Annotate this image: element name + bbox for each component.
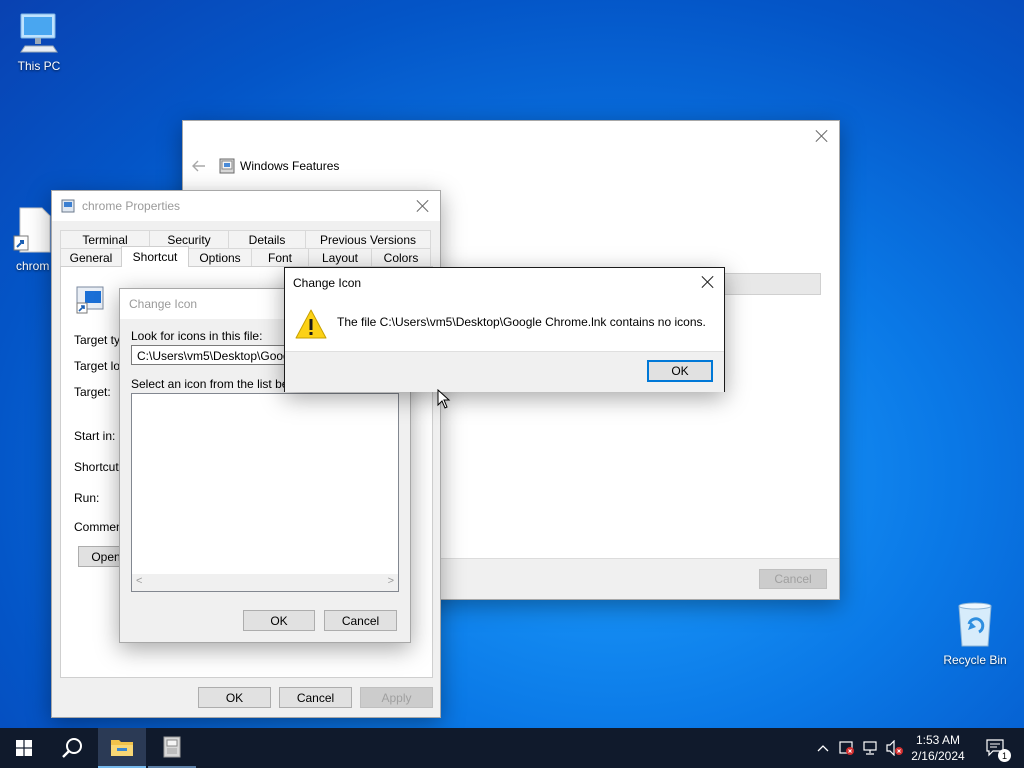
desktop-icon-chrome-shortcut[interactable]: chrom [0,206,58,273]
tab-details[interactable]: Details [228,230,306,248]
mouse-cursor-icon [437,388,451,409]
properties-apply-button[interactable]: Apply [360,687,433,708]
select-icon-label: Select an icon from the list below [131,377,307,391]
search-button[interactable] [48,728,96,768]
scroll-left-icon[interactable]: < [136,575,142,587]
tab-font[interactable]: Font [251,248,309,266]
clock-date: 2/16/2024 [911,749,965,763]
properties-ok-button[interactable]: OK [198,687,271,708]
run-label: Run: [74,491,100,505]
start-in-label: Start in: [74,429,116,443]
notification-count-badge: 1 [998,749,1011,762]
target-label: Target: [74,385,111,399]
desktop-icon-recycle-bin[interactable]: Recycle Bin [938,600,1012,667]
desktop-icon-label: This PC [17,59,61,73]
change-icon-ok-button[interactable]: OK [243,610,315,631]
taskbar: 1:53 AM 2/16/2024 1 [0,728,1024,768]
taskbar-windows-features[interactable] [148,728,196,768]
tab-shortcut[interactable]: Shortcut [121,246,189,267]
start-button[interactable] [0,728,48,768]
shortcut-properties-icon [61,199,75,213]
back-arrow-icon[interactable] [191,159,207,173]
shortcut-file-icon [13,207,51,253]
tab-layout[interactable]: Layout [308,248,372,266]
search-icon [62,738,82,758]
error-message-text: The file C:\Users\vm5\Desktop\Google Chr… [337,315,706,329]
chevron-up-icon [817,745,829,752]
windows-features-icon [163,736,181,758]
close-icon[interactable] [699,273,717,291]
clock-time: 1:53 AM [915,733,961,747]
computer-icon [20,13,58,53]
windows-features-cancel-button[interactable]: Cancel [759,569,827,589]
volume-muted-icon [886,740,903,756]
taskbar-file-explorer[interactable] [98,728,146,768]
recycle-bin-icon [958,602,992,647]
look-for-icons-label: Look for icons in this file: [131,329,263,343]
action-center-button[interactable]: 1 [976,728,1016,768]
change-icon-picker-title: Change Icon [129,297,198,311]
folder-icon [111,740,133,756]
tray-clock[interactable]: 1:53 AM 2/16/2024 [906,728,970,768]
close-icon[interactable] [813,127,831,145]
windows-features-title: Windows Features [240,159,340,173]
windows-features-icon [219,158,235,174]
tab-general[interactable]: General [60,248,122,266]
tab-previous-versions[interactable]: Previous Versions [305,230,431,248]
change-icon-error-dialog: Change Icon The file C:\Users\vm5\Deskto… [284,267,725,392]
change-icon-cancel-button[interactable]: Cancel [324,610,397,631]
horizontal-scrollbar[interactable]: < > [132,574,398,591]
desktop-icon-label: Recycle Bin [943,653,1007,667]
app-icon [75,285,105,315]
error-dialog-title: Change Icon [293,276,362,290]
chrome-properties-title: chrome Properties [82,199,181,213]
show-hidden-icons-button[interactable] [812,728,834,768]
scroll-right-icon[interactable]: > [388,575,394,587]
tab-colors[interactable]: Colors [371,248,431,266]
desktop-icon-this-pc[interactable]: This PC [2,10,76,73]
windows-logo-icon [16,740,32,756]
tab-options[interactable]: Options [188,248,252,266]
tray-volume-icon[interactable] [884,728,906,768]
tray-network-icon[interactable] [860,728,882,768]
warning-icon [294,308,328,340]
shield-warning-icon [839,741,854,755]
feature-list-header-bar [723,273,821,295]
error-ok-button[interactable]: OK [647,360,713,382]
tray-security-icon[interactable] [836,728,858,768]
close-icon[interactable] [414,197,432,215]
network-icon [863,741,877,755]
icon-list-box[interactable]: < > [131,393,399,592]
properties-cancel-button[interactable]: Cancel [279,687,352,708]
